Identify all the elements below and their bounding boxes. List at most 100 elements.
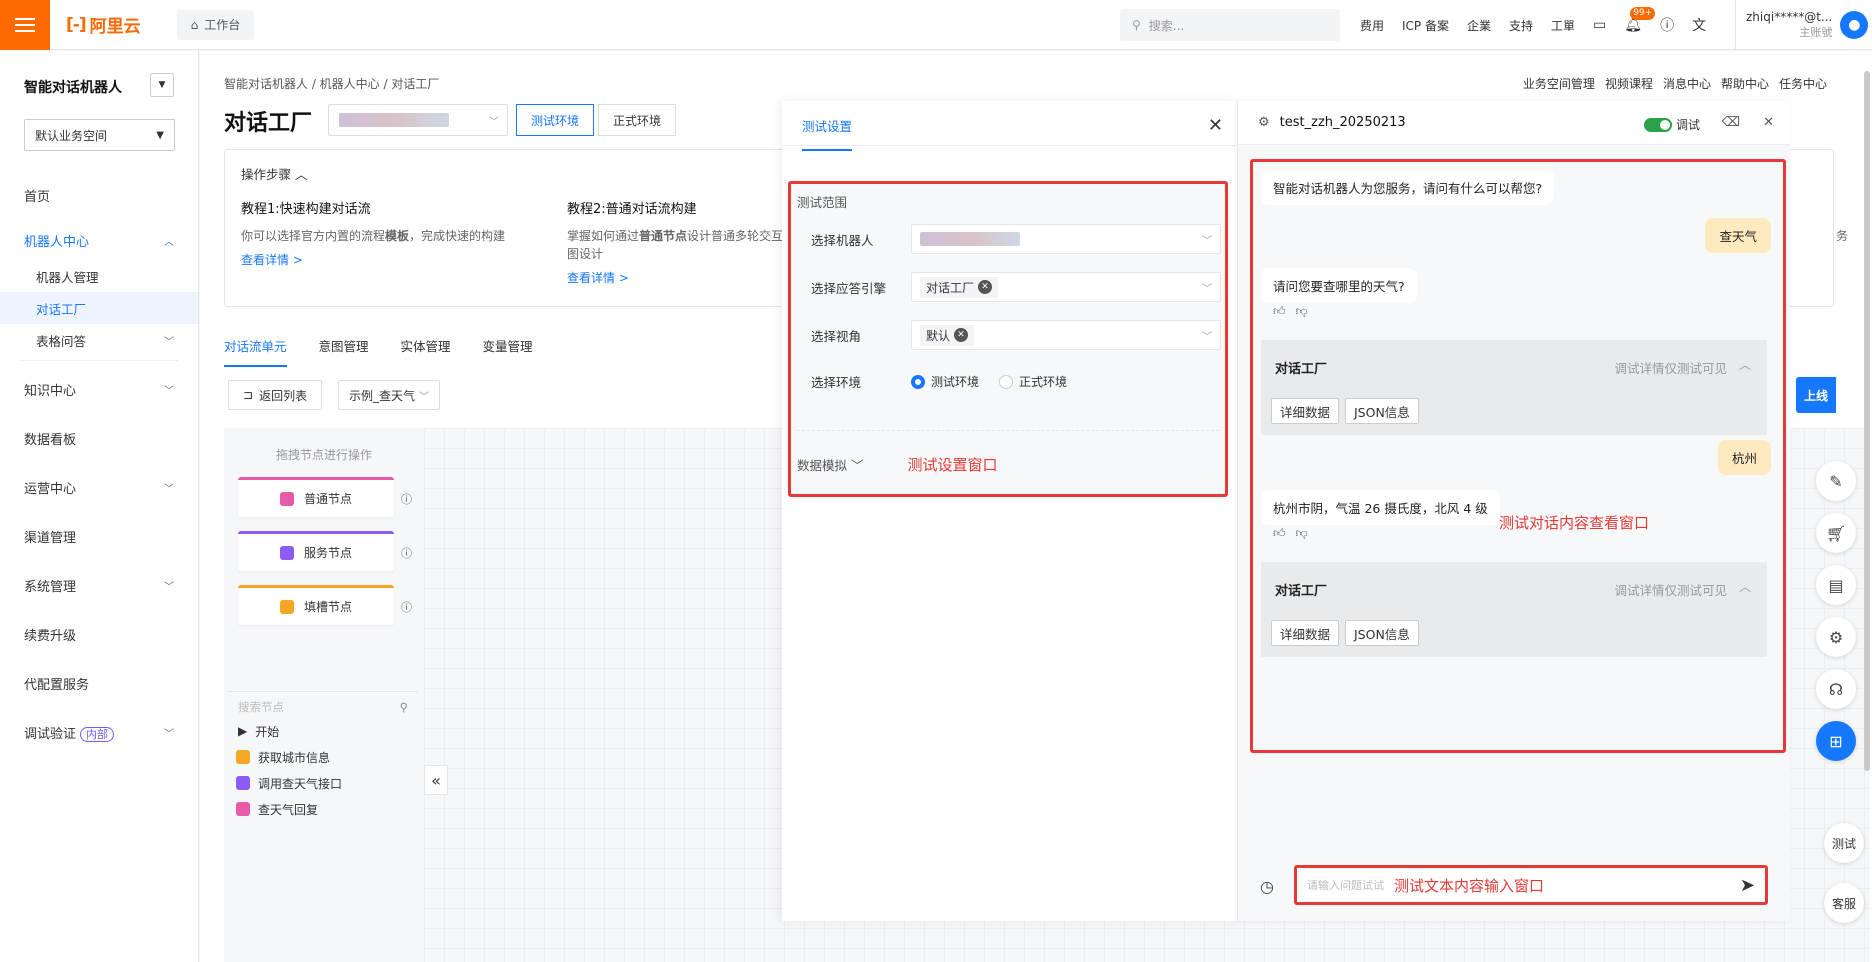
- chevron-up-icon[interactable]: ︿: [1739, 578, 1751, 595]
- sidebar-item-dialog-factory[interactable]: 对话工厂: [0, 292, 198, 324]
- user-box[interactable]: zhiqi*****@t... 主账號 ●: [1735, 0, 1869, 50]
- breadcrumb[interactable]: 智能对话机器人 / 机器人中心 / 对话工厂: [224, 75, 439, 92]
- thumbs-up-icon[interactable]: 👍︎: [1273, 526, 1286, 541]
- json-info-button[interactable]: JSON信息: [1345, 620, 1419, 646]
- bot-select[interactable]: ﹀: [328, 104, 508, 136]
- close-icon[interactable]: ✕: [1208, 115, 1223, 136]
- float-service-button[interactable]: 客服: [1824, 883, 1864, 923]
- scrollbar[interactable]: [1864, 71, 1870, 771]
- chat-input[interactable]: 请输入问题试试 测试文本内容输入窗口 ➤: [1294, 865, 1768, 905]
- gear-icon[interactable]: ⚙: [1258, 115, 1270, 130]
- engine-select[interactable]: 对话工厂 ✕ ﹀: [911, 272, 1221, 302]
- float-test-button[interactable]: 测试: [1824, 823, 1864, 863]
- sidebar-item-ops[interactable]: 运营中心 ﹀: [0, 463, 198, 512]
- avatar[interactable]: ●: [1840, 11, 1869, 39]
- tree-item[interactable]: 调用查天气接口: [228, 770, 418, 796]
- debug-toggle[interactable]: 调试: [1643, 116, 1700, 133]
- close-icon[interactable]: ✕: [954, 328, 969, 342]
- terminal-icon[interactable]: ▭: [1593, 17, 1606, 33]
- info-icon[interactable]: ⓘ: [401, 545, 412, 561]
- chevron-up-icon[interactable]: ︿: [1739, 356, 1751, 373]
- link-message-center[interactable]: 消息中心: [1663, 75, 1711, 92]
- tree-item[interactable]: 获取城市信息: [228, 744, 418, 770]
- test-chat-panel: ⚙ test_zzh_20250213 调试 ⌫ ✕ 智能对话机器人为您服务，请…: [1238, 101, 1790, 921]
- close-icon[interactable]: ✕: [1763, 115, 1774, 130]
- thumbs-down-icon[interactable]: 👎︎: [1296, 304, 1308, 319]
- sidebar-item-data-board[interactable]: 数据看板: [0, 414, 198, 463]
- link-task-center[interactable]: 任务中心: [1779, 75, 1827, 92]
- tutorial-link[interactable]: 查看详情 >: [241, 251, 541, 268]
- headset-icon[interactable]: ☊: [1816, 669, 1856, 709]
- tree-item-label: 开始: [255, 724, 280, 739]
- tree-item-start[interactable]: ▶ 开始: [228, 718, 418, 744]
- sidebar-item-system[interactable]: 系统管理 ﹀: [0, 561, 198, 610]
- tutorial-link[interactable]: 查看详情 >: [567, 269, 787, 286]
- cart-icon[interactable]: 🛒︎: [1816, 513, 1856, 553]
- link-icp[interactable]: ICP 备案: [1402, 17, 1449, 34]
- detail-data-button[interactable]: 详细数据: [1271, 620, 1340, 646]
- steps-header[interactable]: 操作步骤 ︿: [241, 164, 308, 183]
- flow-select[interactable]: 示例_查天气 ﹀: [338, 380, 441, 410]
- node-normal[interactable]: 普通节点 ⓘ: [238, 477, 412, 517]
- link-help-center[interactable]: 帮助中心: [1721, 75, 1769, 92]
- debug-card-title: 对话工厂: [1275, 584, 1328, 599]
- node-service[interactable]: 服务节点 ⓘ: [238, 531, 412, 571]
- info-icon[interactable]: ⓘ: [401, 491, 412, 507]
- help-icon[interactable]: ⓘ: [1660, 15, 1674, 35]
- collapse-panel-button[interactable]: «: [424, 765, 448, 795]
- sidebar-item-channel[interactable]: 渠道管理: [0, 512, 198, 561]
- toggle-switch[interactable]: [1643, 117, 1672, 132]
- aliyun-logo[interactable]: [-] 阿里云: [66, 12, 141, 38]
- node-search-input[interactable]: 搜索节点 ⚲: [228, 691, 418, 721]
- robot-select[interactable]: ﹀: [911, 224, 1221, 254]
- env-prod-tab[interactable]: 正式环境: [598, 104, 677, 136]
- view-select[interactable]: 默认 ✕ ﹀: [911, 320, 1221, 350]
- tab-entity[interactable]: 实体管理: [401, 336, 451, 367]
- settings-icon[interactable]: ⚙: [1816, 617, 1856, 657]
- search-input[interactable]: ⚲ 搜索...: [1120, 9, 1340, 41]
- node-slot-fill[interactable]: 填槽节点 ⓘ: [238, 585, 412, 625]
- space-select[interactable]: 默认业务空间 ▼: [24, 119, 175, 151]
- menu-icon[interactable]: [0, 0, 50, 50]
- tab-variable[interactable]: 变量管理: [483, 336, 533, 367]
- json-info-button[interactable]: JSON信息: [1345, 398, 1419, 424]
- sidebar-item-knowledge[interactable]: 知识中心 ﹀: [0, 365, 198, 414]
- env-test-tab[interactable]: 测试环境: [516, 104, 595, 136]
- go-live-button[interactable]: 上线: [1795, 377, 1836, 413]
- back-to-list-button[interactable]: ⊐ 返回列表: [228, 380, 323, 410]
- info-icon[interactable]: ⓘ: [401, 599, 412, 615]
- close-icon[interactable]: ✕: [978, 280, 993, 294]
- tab-intent[interactable]: 意图管理: [319, 336, 369, 367]
- radio-prod-env[interactable]: 正式环境: [999, 373, 1067, 390]
- link-fee[interactable]: 费用: [1360, 17, 1384, 34]
- link-support[interactable]: 支持: [1509, 17, 1533, 34]
- tab-dialog-flow[interactable]: 对话流单元: [224, 336, 287, 367]
- sidebar-item-robot-manage[interactable]: 机器人管理: [0, 260, 198, 292]
- link-space-manage[interactable]: 业务空间管理: [1523, 75, 1595, 92]
- bell-icon[interactable]: 🔔︎ 99+: [1624, 7, 1656, 33]
- api-icon[interactable]: ▤: [1816, 565, 1856, 605]
- link-ticket[interactable]: 工單: [1551, 17, 1575, 34]
- history-icon[interactable]: ◷: [1260, 877, 1274, 896]
- language-icon[interactable]: 文: [1692, 15, 1706, 35]
- link-enterprise[interactable]: 企業: [1467, 17, 1491, 34]
- sidebar-item-home[interactable]: 首页: [0, 171, 198, 220]
- sidebar-item-config-service[interactable]: 代配置服务: [0, 659, 198, 708]
- apps-icon[interactable]: ⊞: [1816, 721, 1856, 761]
- tree-item[interactable]: 查天气回复: [228, 796, 418, 822]
- radio-test-env[interactable]: 测试环境: [911, 373, 979, 390]
- thumbs-down-icon[interactable]: 👎︎: [1296, 526, 1308, 541]
- sidebar-item-renew[interactable]: 续费升级: [0, 610, 198, 659]
- sidebar-toggle-button[interactable]: ▼: [150, 73, 174, 97]
- sidebar-item-table-qa[interactable]: 表格问答 ﹀: [0, 324, 198, 356]
- send-icon[interactable]: ➤: [1740, 875, 1755, 896]
- link-video-course[interactable]: 视频课程: [1605, 75, 1653, 92]
- edit-icon[interactable]: ✎: [1816, 461, 1856, 501]
- data-mock-toggle[interactable]: 数据模拟 ﹀ 测试设置窗口: [797, 454, 998, 475]
- clear-icon[interactable]: ⌫: [1722, 115, 1740, 130]
- thumbs-up-icon[interactable]: 👍︎: [1273, 304, 1286, 319]
- sidebar-item-debug-verify[interactable]: 调试验证 内部 ﹀: [0, 708, 198, 757]
- sidebar-item-robot-center[interactable]: 机器人中心 ︿: [0, 220, 198, 260]
- detail-data-button[interactable]: 详细数据: [1271, 398, 1340, 424]
- workbench-button[interactable]: ⌂ 工作台: [176, 9, 255, 40]
